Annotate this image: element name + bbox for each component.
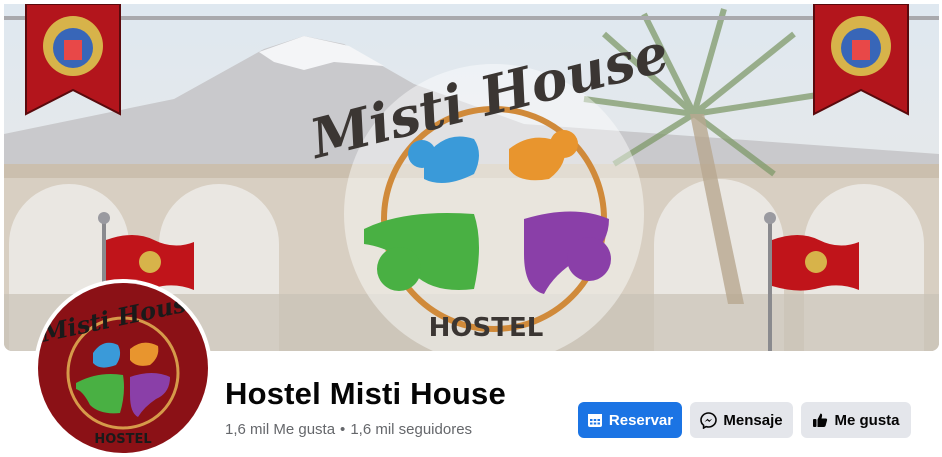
reserve-button-label: Reservar xyxy=(608,411,674,429)
page-stats: 1,6 mil Me gusta • 1,6 mil seguidores xyxy=(225,421,472,438)
thumbs-up-icon xyxy=(812,412,828,428)
profile-logo: Misti House HOSTEL xyxy=(38,283,208,453)
message-button-label: Mensaje xyxy=(723,411,783,429)
calendar-icon xyxy=(587,412,603,428)
message-button[interactable]: Mensaje xyxy=(690,402,793,438)
stats-separator: • xyxy=(340,421,346,438)
cover-logo-subtitle: HOSTEL xyxy=(429,313,544,343)
profile-picture[interactable]: Misti House HOSTEL xyxy=(38,283,208,453)
reserve-button[interactable]: Reservar xyxy=(578,402,682,438)
messenger-icon xyxy=(700,411,718,429)
banner-pole xyxy=(4,16,939,20)
like-button[interactable]: Me gusta xyxy=(801,402,911,438)
followers-count[interactable]: 1,6 mil seguidores xyxy=(350,421,472,438)
profile-picture-frame[interactable]: Misti House HOSTEL xyxy=(34,279,212,457)
profile-logo-subtitle: HOSTEL xyxy=(94,432,151,447)
like-button-label: Me gusta xyxy=(834,411,900,429)
page-title: Hostel Misti House xyxy=(225,376,506,411)
likes-count[interactable]: 1,6 mil Me gusta xyxy=(225,421,335,438)
